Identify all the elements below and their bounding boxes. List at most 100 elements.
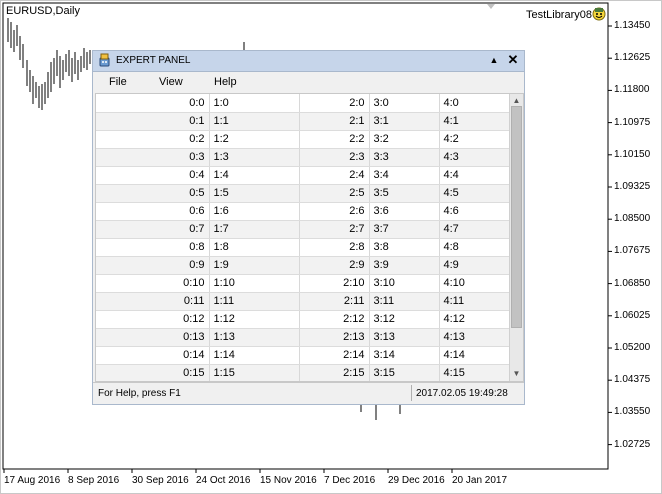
table-cell: 0:0 <box>96 94 210 113</box>
table-cell: 4:10 <box>439 274 509 293</box>
menu-help[interactable]: Help <box>214 76 237 88</box>
table-cell: 2:13 <box>299 328 370 347</box>
table-cell: 3:11 <box>369 292 440 311</box>
table-cell: 0:5 <box>96 184 210 203</box>
table-row[interactable]: 0:8 1:8 2:8 3:8 4:8 <box>96 238 509 257</box>
table-row[interactable]: 0:13 1:13 2:13 3:13 4:13 <box>96 328 509 347</box>
expert-panel-window[interactable]: EXPERT PANEL ▲ ✕ File View Help 0:0 1:0 2:… <box>92 50 525 405</box>
table-cell: 0:6 <box>96 202 210 221</box>
table-cell: 3:8 <box>369 238 440 257</box>
table-cell: 0:15 <box>96 364 210 381</box>
table-cell: 3:7 <box>369 220 440 239</box>
table-cell: 3:15 <box>369 364 440 381</box>
table-row[interactable]: 0:12 1:12 2:12 3:12 4:12 <box>96 310 509 329</box>
price-tick-label: 1.10150 <box>614 148 651 160</box>
table-cell: 0:13 <box>96 328 210 347</box>
minimize-icon[interactable]: ▲ <box>488 54 500 66</box>
table-cell: 3:3 <box>369 148 440 167</box>
table-cell: 1:6 <box>209 202 300 221</box>
table-cell: 3:1 <box>369 112 440 131</box>
table-cell: 3:10 <box>369 274 440 293</box>
status-datetime: 2017.02.05 19:49:28 <box>416 388 508 399</box>
table-cell: 2:9 <box>299 256 370 275</box>
price-tick-label: 1.03550 <box>614 406 651 418</box>
time-tick-label: 8 Sep 2016 <box>68 475 120 486</box>
price-tick-label: 1.02725 <box>614 438 651 450</box>
table-cell: 1:5 <box>209 184 300 203</box>
table-cell: 4:5 <box>439 184 509 203</box>
table-cell: 4:6 <box>439 202 509 221</box>
table-cell: 1:8 <box>209 238 300 257</box>
table-row[interactable]: 0:7 1:7 2:7 3:7 4:7 <box>96 220 509 239</box>
panel-title: EXPERT PANEL <box>116 55 191 66</box>
table-row[interactable]: 0:9 1:9 2:9 3:9 4:9 <box>96 256 509 275</box>
table-cell: 0:4 <box>96 166 210 185</box>
time-tick-label: 29 Dec 2016 <box>388 475 445 486</box>
table-cell: 4:0 <box>439 94 509 113</box>
scroll-thumb[interactable] <box>511 106 522 328</box>
table-cell: 1:11 <box>209 292 300 311</box>
table-cell: 4:15 <box>439 364 509 381</box>
panel-status-bar: For Help, press F1 2017.02.05 19:49:28 <box>93 382 524 404</box>
expert-name-label: TestLibrary08 <box>525 9 592 21</box>
time-tick-label: 17 Aug 2016 <box>4 475 61 486</box>
table-cell: 2:2 <box>299 130 370 149</box>
table-cell: 1:0 <box>209 94 300 113</box>
price-tick-label: 1.07675 <box>614 245 651 257</box>
table-cell: 2:15 <box>299 364 370 381</box>
table-cell: 2:1 <box>299 112 370 131</box>
table-cell: 4:1 <box>439 112 509 131</box>
table-row[interactable]: 0:14 1:14 2:14 3:14 4:14 <box>96 346 509 365</box>
table-cell: 2:0 <box>299 94 370 113</box>
menu-view[interactable]: View <box>159 76 183 88</box>
table-cell: 1:1 <box>209 112 300 131</box>
table-cell: 4:12 <box>439 310 509 329</box>
price-tick-label: 1.05200 <box>614 342 651 353</box>
table-row[interactable]: 0:1 1:1 2:1 3:1 4:1 <box>96 112 509 131</box>
table-row[interactable]: 0:15 1:15 2:15 3:15 4:15 <box>96 364 509 381</box>
table-cell: 4:3 <box>439 148 509 167</box>
price-tick-label: 1.08500 <box>614 213 651 225</box>
table-cell: 1:12 <box>209 310 300 329</box>
time-tick-label: 30 Sep 2016 <box>132 475 189 486</box>
table-cell: 1:14 <box>209 346 300 365</box>
table-cell: 2:8 <box>299 238 370 257</box>
table-cell: 3:5 <box>369 184 440 203</box>
table-row[interactable]: 0:4 1:4 2:4 3:4 4:4 <box>96 166 509 185</box>
data-table-container[interactable]: 0:0 1:0 2:0 3:0 4:0 0:1 1:1 2:1 3:1 4:1 0:2 1:2 2:2 3… <box>95 93 524 382</box>
table-row[interactable]: 0:10 1:10 2:10 3:10 4:10 <box>96 274 509 293</box>
price-tick-label: 1.06850 <box>614 277 651 289</box>
time-tick-label: 15 Nov 2016 <box>260 475 317 486</box>
table-cell: 1:9 <box>209 256 300 275</box>
scroll-down-icon[interactable]: ▼ <box>510 368 523 380</box>
table-cell: 4:4 <box>439 166 509 185</box>
vertical-scrollbar[interactable]: ▲ ▼ <box>509 94 523 381</box>
table-cell: 3:14 <box>369 346 440 365</box>
table-cell: 4:2 <box>439 130 509 149</box>
panel-caption-bar[interactable]: EXPERT PANEL ▲ ✕ <box>93 51 524 72</box>
table-cell: 3:9 <box>369 256 440 275</box>
table-cell: 0:9 <box>96 256 210 275</box>
table-row[interactable]: 0:0 1:0 2:0 3:0 4:0 <box>96 94 509 113</box>
expert-smiley-icon[interactable] <box>592 7 606 21</box>
table-row[interactable]: 0:5 1:5 2:5 3:5 4:5 <box>96 184 509 203</box>
table-row[interactable]: 0:11 1:11 2:11 3:11 4:11 <box>96 292 509 311</box>
table-row[interactable]: 0:6 1:6 2:6 3:6 4:6 <box>96 202 509 221</box>
close-icon[interactable]: ✕ <box>507 53 519 67</box>
table-cell: 3:4 <box>369 166 440 185</box>
price-tick-label: 1.10975 <box>614 116 651 128</box>
table-cell: 2:5 <box>299 184 370 203</box>
time-tick-label: 20 Jan 2017 <box>452 475 508 486</box>
table-row[interactable]: 0:2 1:2 2:2 3:2 4:2 <box>96 130 509 149</box>
table-cell: 0:2 <box>96 130 210 149</box>
table-cell: 2:3 <box>299 148 370 167</box>
menu-file[interactable]: File <box>109 76 127 88</box>
table-cell: 3:0 <box>369 94 440 113</box>
table-cell: 4:14 <box>439 346 509 365</box>
table-cell: 4:13 <box>439 328 509 347</box>
table-row[interactable]: 0:3 1:3 2:3 3:3 4:3 <box>96 148 509 167</box>
status-help-text: For Help, press F1 <box>98 388 181 399</box>
table-cell: 1:10 <box>209 274 300 293</box>
table-cell: 4:8 <box>439 238 509 257</box>
table-cell: 0:14 <box>96 346 210 365</box>
